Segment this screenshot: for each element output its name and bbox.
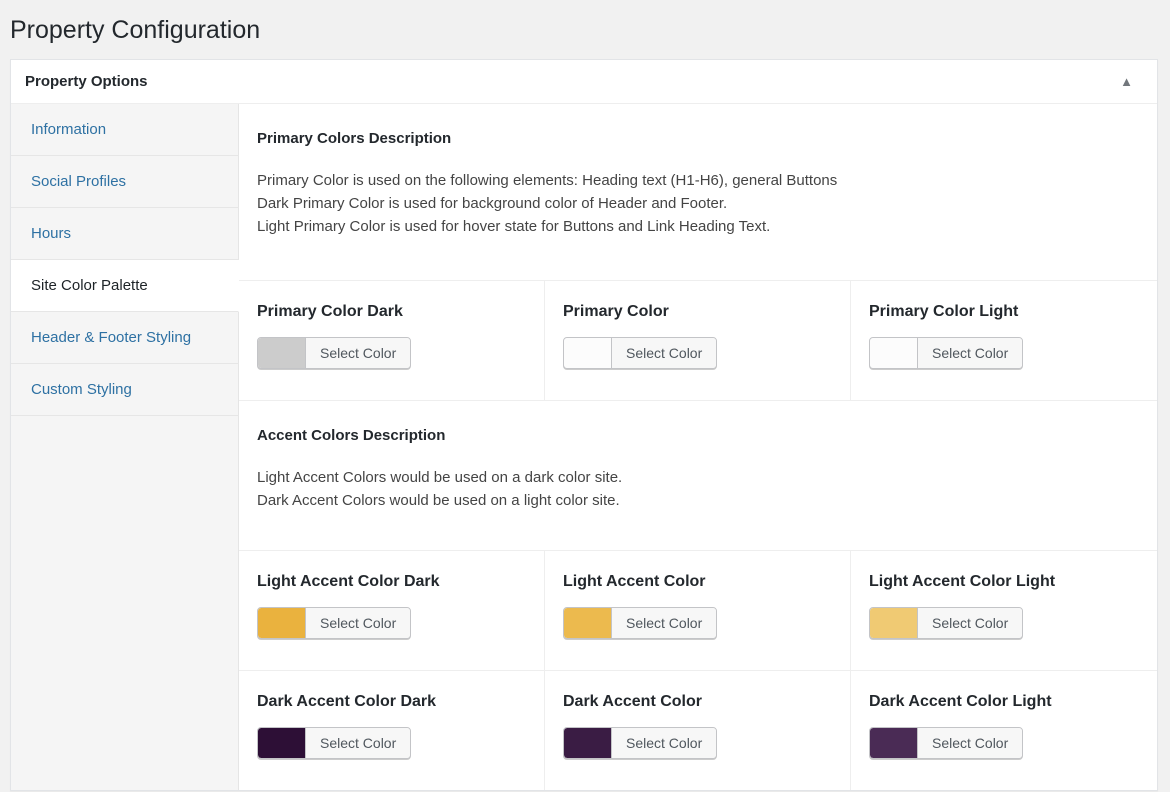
color-swatch bbox=[870, 338, 918, 368]
panel-header: Property Options ▲ bbox=[11, 60, 1157, 104]
field-label: Primary Color Light bbox=[869, 303, 1139, 321]
dark-accent-color-light-picker-button[interactable]: Select Color bbox=[869, 727, 1023, 759]
dark-accent-color-picker-button[interactable]: Select Color bbox=[563, 727, 717, 759]
sidebar-tab-social-profiles[interactable]: Social Profiles bbox=[11, 156, 239, 208]
color-swatch bbox=[564, 728, 612, 758]
description-line: Primary Color is used on the following e… bbox=[257, 169, 1139, 192]
accent-colors-description-section: Accent Colors Description Light Accent C… bbox=[239, 400, 1157, 550]
select-color-label: Select Color bbox=[306, 338, 410, 368]
color-swatch bbox=[870, 728, 918, 758]
collapse-up-icon: ▲ bbox=[1120, 74, 1133, 89]
light-accent-color-picker-button[interactable]: Select Color bbox=[563, 607, 717, 639]
settings-tab-list: Information Social Profiles Hours Site C… bbox=[11, 104, 239, 790]
dark-accent-color-dark-picker-button[interactable]: Select Color bbox=[257, 727, 411, 759]
description-line: Light Accent Colors would be used on a d… bbox=[257, 466, 1139, 489]
color-swatch bbox=[258, 338, 306, 368]
light-accent-color-light-field: Light Accent Color Light Select Color bbox=[851, 551, 1157, 670]
field-label: Dark Accent Color Light bbox=[869, 693, 1139, 711]
primary-color-light-picker-button[interactable]: Select Color bbox=[869, 337, 1023, 369]
property-options-panel: Property Options ▲ Information Social Pr… bbox=[10, 59, 1158, 791]
select-color-label: Select Color bbox=[612, 338, 716, 368]
field-label: Primary Color bbox=[563, 303, 832, 321]
light-accent-color-light-picker-button[interactable]: Select Color bbox=[869, 607, 1023, 639]
field-label: Light Accent Color Light bbox=[869, 573, 1139, 591]
dark-accent-color-field: Dark Accent Color Select Color bbox=[545, 671, 851, 790]
color-swatch bbox=[258, 608, 306, 638]
primary-color-picker-button[interactable]: Select Color bbox=[563, 337, 717, 369]
description-line: Dark Primary Color is used for backgroun… bbox=[257, 192, 1139, 215]
color-swatch bbox=[564, 338, 612, 368]
select-color-label: Select Color bbox=[612, 608, 716, 638]
sidebar-tab-information[interactable]: Information bbox=[11, 104, 239, 156]
primary-color-dark-field: Primary Color Dark Select Color bbox=[239, 281, 545, 400]
color-swatch bbox=[870, 608, 918, 638]
light-accent-color-dark-field: Light Accent Color Dark Select Color bbox=[239, 551, 545, 670]
field-label: Light Accent Color Dark bbox=[257, 573, 526, 591]
primary-colors-description-heading: Primary Colors Description bbox=[257, 130, 1139, 147]
primary-color-field: Primary Color Select Color bbox=[545, 281, 851, 400]
primary-color-row: Primary Color Dark Select Color Primary … bbox=[239, 280, 1157, 400]
dark-accent-color-row: Dark Accent Color Dark Select Color Dark… bbox=[239, 670, 1157, 790]
dark-accent-color-light-field: Dark Accent Color Light Select Color bbox=[851, 671, 1157, 790]
light-accent-color-row: Light Accent Color Dark Select Color Lig… bbox=[239, 550, 1157, 670]
light-accent-color-dark-picker-button[interactable]: Select Color bbox=[257, 607, 411, 639]
collapse-toggle-button[interactable]: ▲ bbox=[1110, 75, 1143, 88]
select-color-label: Select Color bbox=[918, 728, 1022, 758]
primary-colors-description-section: Primary Colors Description Primary Color… bbox=[239, 104, 1157, 280]
sidebar-tab-hours[interactable]: Hours bbox=[11, 208, 239, 260]
field-label: Light Accent Color bbox=[563, 573, 832, 591]
page-title: Property Configuration bbox=[0, 0, 1170, 59]
color-swatch bbox=[258, 728, 306, 758]
field-label: Primary Color Dark bbox=[257, 303, 526, 321]
select-color-label: Select Color bbox=[918, 608, 1022, 638]
color-swatch bbox=[564, 608, 612, 638]
tab-content-site-color-palette: Primary Colors Description Primary Color… bbox=[239, 104, 1157, 790]
sidebar-filler bbox=[11, 416, 239, 790]
dark-accent-color-dark-field: Dark Accent Color Dark Select Color bbox=[239, 671, 545, 790]
description-line: Dark Accent Colors would be used on a li… bbox=[257, 489, 1139, 512]
primary-color-light-field: Primary Color Light Select Color bbox=[851, 281, 1157, 400]
select-color-label: Select Color bbox=[306, 728, 410, 758]
description-line: Light Primary Color is used for hover st… bbox=[257, 215, 1139, 238]
select-color-label: Select Color bbox=[612, 728, 716, 758]
sidebar-tab-header-footer-styling[interactable]: Header & Footer Styling bbox=[11, 312, 239, 364]
field-label: Dark Accent Color Dark bbox=[257, 693, 526, 711]
sidebar-tab-custom-styling[interactable]: Custom Styling bbox=[11, 364, 239, 416]
light-accent-color-field: Light Accent Color Select Color bbox=[545, 551, 851, 670]
primary-color-dark-picker-button[interactable]: Select Color bbox=[257, 337, 411, 369]
accent-colors-description-heading: Accent Colors Description bbox=[257, 427, 1139, 444]
sidebar-tab-site-color-palette[interactable]: Site Color Palette bbox=[11, 260, 239, 312]
field-label: Dark Accent Color bbox=[563, 693, 832, 711]
panel-title: Property Options bbox=[25, 73, 148, 90]
select-color-label: Select Color bbox=[918, 338, 1022, 368]
panel-body: Information Social Profiles Hours Site C… bbox=[11, 104, 1157, 790]
select-color-label: Select Color bbox=[306, 608, 410, 638]
